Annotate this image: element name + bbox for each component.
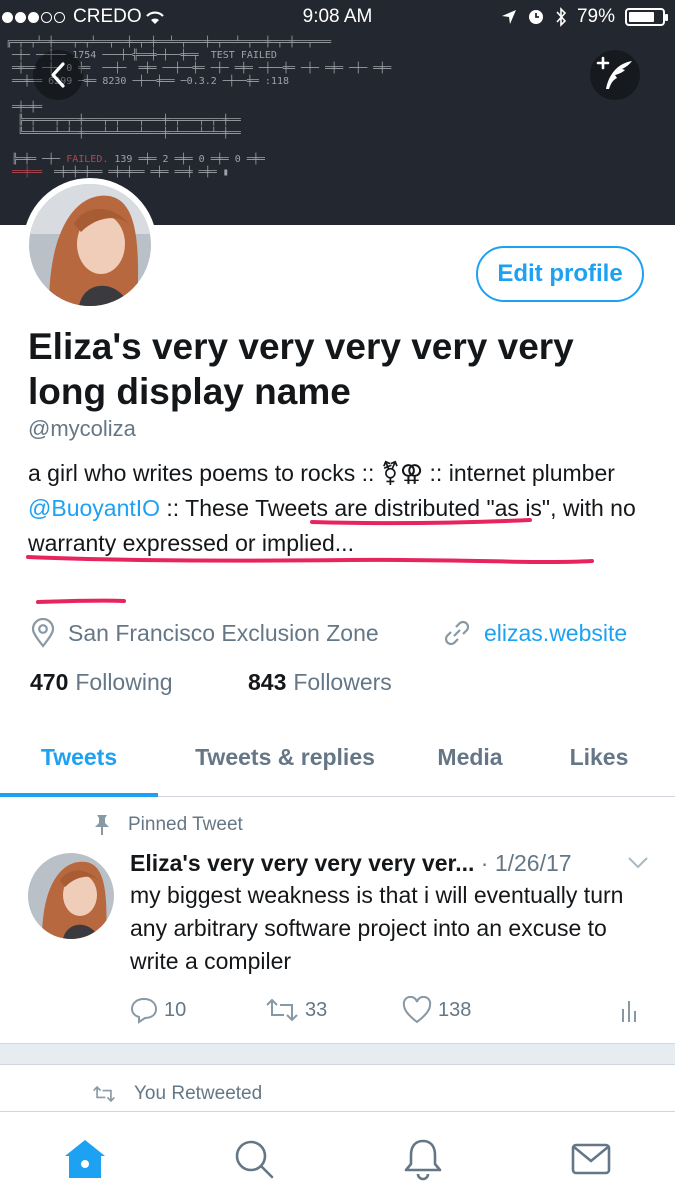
tweet-author-avatar[interactable] <box>28 853 114 939</box>
nav-messages[interactable] <box>566 1134 616 1184</box>
search-icon <box>235 1140 274 1179</box>
compose-quill-icon <box>596 56 632 89</box>
compose-tweet-button[interactable] <box>590 50 640 100</box>
profile-handle: @mycoliza <box>28 416 136 441</box>
profile-display-name: Eliza's very very very very very long di… <box>28 326 574 412</box>
battery-percent: 79% <box>576 6 615 27</box>
timeline-separator <box>0 1043 675 1065</box>
tweet-header: Eliza's very very very very ver... · 1/2… <box>130 846 650 880</box>
nav-search[interactable] <box>229 1134 279 1184</box>
mail-icon <box>571 1143 611 1175</box>
bell-icon <box>404 1139 442 1181</box>
pin-icon <box>95 815 109 835</box>
active-tab-indicator <box>0 793 158 797</box>
reply-icon <box>130 997 158 1024</box>
tab-likes[interactable]: Likes <box>548 727 650 787</box>
edit-profile-button[interactable]: Edit profile <box>476 246 644 302</box>
battery-icon <box>625 8 668 26</box>
profile-photo <box>29 184 151 306</box>
analytics-bars-icon <box>622 1001 636 1022</box>
tab-tweets[interactable]: Tweets <box>0 727 158 787</box>
tweet-actions: 10 33 138 <box>130 993 650 1027</box>
retweet-notice: You Retweeted <box>92 1083 262 1105</box>
profile-website-link[interactable]: elizas.website <box>484 620 627 647</box>
tab-tweets-and-replies[interactable]: Tweets & replies <box>170 727 400 787</box>
bio-mention-link[interactable]: @BuoyantIO <box>28 495 160 521</box>
like-button[interactable]: 138 <box>402 993 471 1027</box>
location-arrow-icon <box>501 10 516 24</box>
status-bar: CREDO 9:08 AM 79% <box>0 6 675 32</box>
analytics-button[interactable] <box>620 993 638 1027</box>
heart-icon <box>402 996 432 1024</box>
reply-button[interactable]: 10 <box>130 993 186 1027</box>
alarm-icon <box>528 10 543 24</box>
tweet-author-photo <box>28 853 114 939</box>
back-button[interactable] <box>33 50 83 100</box>
chevron-left-icon <box>51 62 65 88</box>
home-icon <box>65 1140 105 1178</box>
pinned-tweet-label: Pinned Tweet <box>94 814 243 836</box>
tweet-date[interactable]: · 1/26/17 <box>481 850 572 876</box>
tweet-text: my biggest weakness is that i will event… <box>130 882 624 974</box>
nav-notifications[interactable] <box>398 1134 448 1184</box>
retweet-small-icon <box>93 1085 115 1103</box>
nav-home[interactable] <box>60 1134 110 1184</box>
profile-tabs: Tweets Tweets & replies Media Likes <box>0 727 675 797</box>
profile-bio: a girl who writes poems to rocks :: ⚧⚢ :… <box>28 460 636 556</box>
tab-media[interactable]: Media <box>418 727 522 787</box>
profile-avatar[interactable] <box>23 178 157 312</box>
tweet-author-name[interactable]: Eliza's very very very very ver... <box>130 850 474 876</box>
tweet-menu-chevron-icon[interactable] <box>627 856 649 870</box>
bluetooth-icon <box>556 7 567 27</box>
retweet-icon <box>266 998 298 1022</box>
location-pin-icon <box>31 618 55 648</box>
followers-count-link[interactable]: 843 Followers <box>248 669 392 696</box>
bottom-tab-bar <box>0 1111 675 1200</box>
following-count-link[interactable]: 470 Following <box>30 669 173 696</box>
profile-location: San Francisco Exclusion Zone <box>68 619 379 646</box>
link-icon <box>444 620 470 646</box>
retweet-button[interactable]: 33 <box>265 993 327 1027</box>
